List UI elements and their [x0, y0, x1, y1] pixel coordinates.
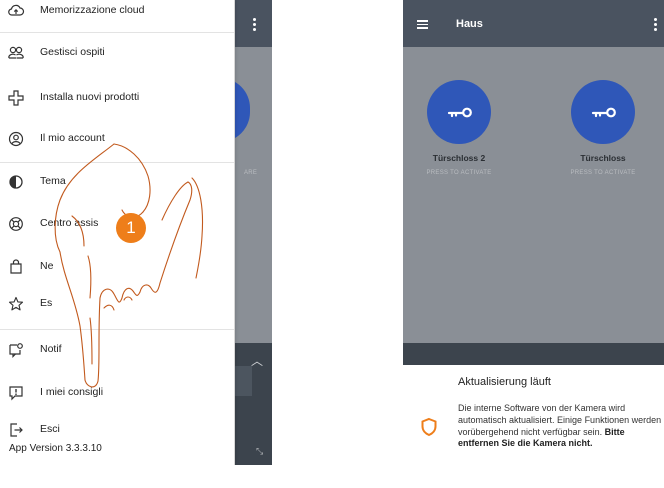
lock-name: Türschloss [580, 153, 626, 163]
left-phone-screen: ARE ︿ ⤡ Memorizzazione cloud Gestisci os… [0, 0, 272, 465]
lock-action-label: PRESS TO ACTIVATE [426, 170, 492, 176]
plus-icon [8, 90, 24, 106]
bottom-bar [403, 343, 664, 365]
right-phone-screen: Haus Türschloss 2 PRESS TO ACTIVATE Türs… [403, 0, 664, 465]
app-header [403, 0, 664, 47]
pointing-hand-illustration [54, 143, 204, 388]
notice-body-text: Die interne Software von der Kamera wird… [458, 403, 662, 437]
update-notice-sheet: Aktualisierung läuft Die interne Softwar… [403, 365, 664, 465]
logout-icon [10, 423, 23, 437]
cloud-upload-icon [8, 4, 25, 16]
lifebuoy-icon [9, 217, 23, 231]
page-title: Haus [456, 18, 483, 30]
app-version: App Version 3.3.3.10 [9, 443, 102, 454]
divider [0, 32, 234, 33]
key-icon [591, 107, 616, 118]
menu-item-label: Esci [40, 423, 60, 435]
notice-title: Aktualisierung läuft [458, 376, 551, 388]
key-icon [447, 107, 472, 118]
tips-icon [9, 386, 23, 401]
more-options-icon[interactable] [653, 18, 659, 32]
notification-icon [9, 343, 23, 358]
guests-icon [8, 46, 24, 59]
lock-action-label: PRESS TO ACTIVATE [570, 170, 636, 176]
menu-item-label: Memorizzazione cloud [40, 4, 145, 16]
menu-item-install-products[interactable]: Installa nuovi prodotti [0, 83, 234, 113]
chevron-up-icon: ︿ [251, 354, 264, 368]
menu-item-cloud-storage[interactable]: Memorizzazione cloud [0, 0, 234, 30]
menu-item-label: Gestisci ospiti [40, 46, 105, 58]
shield-icon [421, 417, 437, 437]
hamburger-menu-icon[interactable] [417, 20, 428, 29]
lock-name: Türschloss 2 [432, 153, 486, 163]
expand-icon: ⤡ [256, 446, 264, 456]
lock-button-2[interactable] [571, 80, 635, 144]
menu-item-manage-guests[interactable]: Gestisci ospiti [0, 38, 234, 68]
menu-item-logout[interactable]: Esci [0, 420, 234, 444]
notice-body: Die interne Software von der Kamera wird… [458, 403, 663, 450]
background-label: ARE [244, 170, 258, 176]
background-thumbnail [234, 366, 252, 396]
star-icon [8, 296, 24, 311]
account-icon [8, 131, 24, 147]
more-options-icon[interactable] [252, 18, 258, 32]
lock-button-1[interactable] [427, 80, 491, 144]
step-badge: 1 [116, 213, 146, 243]
menu-item-label: Installa nuovi prodotti [40, 91, 140, 103]
shop-icon [10, 259, 22, 274]
theme-icon [9, 175, 23, 189]
